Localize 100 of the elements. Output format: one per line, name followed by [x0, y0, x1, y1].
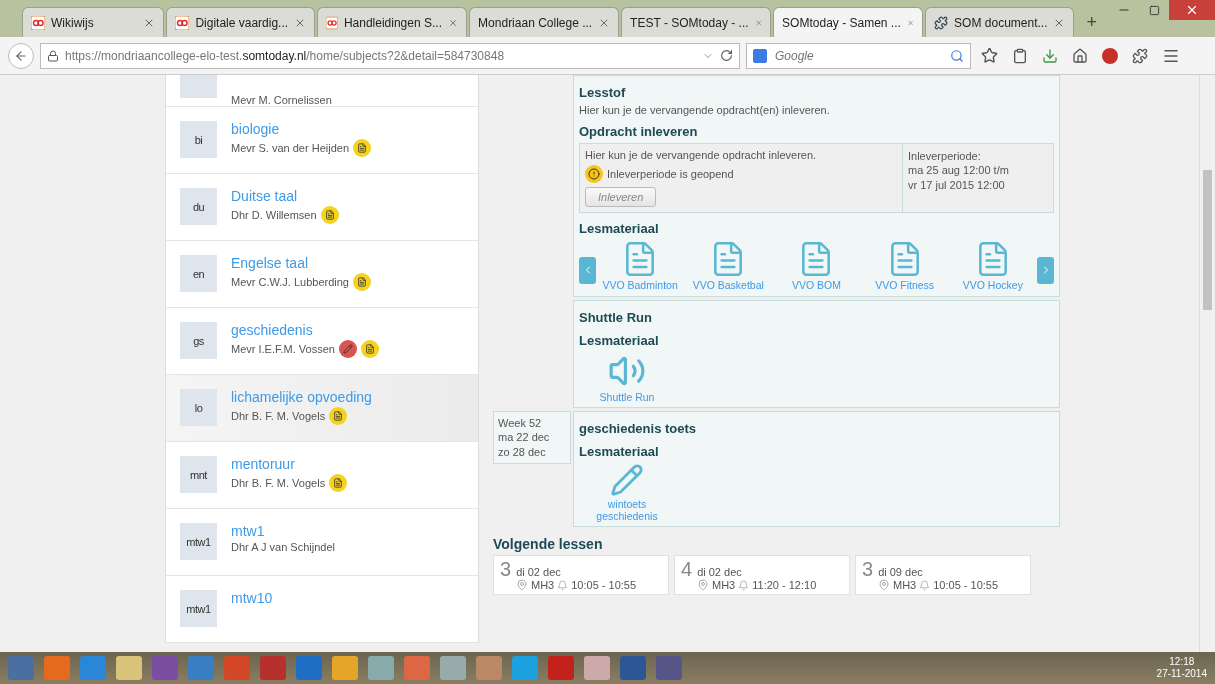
browser-tab[interactable]: Mondriaan College ...	[469, 7, 620, 37]
taskbar-app-icon[interactable]	[44, 656, 70, 680]
section-heading: Lesmateriaal	[579, 221, 660, 236]
assignment-badge-icon	[353, 139, 371, 157]
room-text: MH3	[893, 579, 917, 592]
search-engine-icon[interactable]	[753, 48, 767, 63]
teacher-name: Mevr M. Cornelissen	[231, 94, 332, 106]
puzzle-icon	[934, 15, 949, 30]
lesson-description: Hier kun je de vervangende opdracht(en) inleveren.	[579, 104, 831, 116]
lesson-date: di 09 dec	[878, 566, 923, 579]
section-heading: Volgende lessen	[493, 536, 604, 553]
lesson-title: geschiedenis toets	[579, 421, 698, 437]
taskbar-app-icon[interactable]	[80, 656, 106, 680]
status-text: Inleverperiode is geopend	[607, 168, 734, 180]
assignment-badge-icon	[320, 206, 339, 224]
search-bar[interactable]: Google	[746, 42, 971, 69]
taskbar-app-icon[interactable]	[8, 656, 34, 680]
browser-tab[interactable]: TEST - SOMtoday - ...	[621, 7, 772, 37]
taskbar-app-icon[interactable]	[440, 656, 466, 680]
lesson-tile[interactable]: 3 di 02 dec MH3 10:05 - 10:55	[493, 555, 669, 596]
back-button[interactable]	[8, 42, 34, 69]
warning-icon	[585, 165, 603, 183]
subject-code-tile: mtw1	[180, 590, 217, 627]
close-window-button[interactable]	[1169, 0, 1215, 20]
taskbar-app-icon[interactable]	[656, 656, 682, 680]
browser-tab[interactable]: Handleidingen S...	[317, 7, 468, 37]
teacher-name: Mevr C.W.J. Lubberding	[231, 276, 349, 288]
taskbar-app-icon[interactable]	[296, 656, 322, 680]
teacher-name: Mevr S. van der Heijden	[231, 142, 349, 154]
teacher-name: Dhr B. F. M. Vogels	[231, 477, 326, 489]
lesson-hour: 3	[862, 559, 874, 580]
taskbar-app-icon[interactable]	[152, 656, 178, 680]
lesson-date: di 02 dec	[516, 566, 561, 579]
section-heading: Lesmateriaal	[579, 332, 660, 348]
taskbar-app-icon[interactable]	[620, 656, 646, 680]
subject-code-tile: du	[180, 188, 217, 225]
lesson-date: di 02 dec	[697, 566, 742, 579]
taskbar-app-icon[interactable]	[224, 656, 250, 680]
assignment-badge-icon	[329, 474, 348, 492]
time-text: 10:05 - 10:55	[933, 579, 999, 592]
subject-code-tile: en	[180, 255, 217, 292]
pencil-document-icon	[610, 463, 644, 498]
taskbar-clock[interactable]: 12:18 27-11-2014	[1156, 656, 1207, 680]
reload-icon[interactable]	[720, 49, 733, 62]
previous-button[interactable]	[579, 256, 596, 284]
location-pin-icon	[516, 579, 528, 592]
room-text: MH3	[712, 579, 736, 592]
section-heading: Opdracht inleveren	[579, 124, 699, 139]
lesson-tile[interactable]: 4 di 02 dec MH3 11:20 - 12:10	[674, 555, 850, 596]
assignment-badge-icon	[353, 273, 371, 291]
taskbar-app-icon[interactable]	[260, 656, 286, 680]
section-heading: Lesmateriaal	[579, 444, 660, 460]
lesson-tile[interactable]: 3 di 09 dec MH3 10:05 - 10:55	[855, 555, 1031, 596]
subject-code-tile: lo	[180, 389, 217, 426]
subject-row[interactable]: lo lichamelijke opvoeding Dhr B. F. M. Vogels	[166, 375, 478, 442]
new-tab-button[interactable]: +	[1076, 7, 1107, 37]
maximize-icon	[1148, 4, 1160, 16]
lesson-title: Shuttle Run	[579, 309, 653, 325]
address-bar[interactable]: https://mondriaancollege-elo-test.somtoday.nl/home/subjects?2&detail=584730848	[40, 42, 740, 69]
room-text: MH3	[531, 579, 555, 592]
subject-code-tile	[180, 75, 217, 98]
next-button[interactable]	[1037, 256, 1054, 284]
bell-icon	[738, 579, 750, 591]
taskbar-app-icon[interactable]	[548, 656, 574, 680]
browser-tab[interactable]: SOM document...	[925, 7, 1075, 37]
close-icon	[1185, 3, 1199, 17]
subject-code-tile: mtw1	[180, 523, 217, 560]
teacher-name: Dhr B. F. M. Vogels	[231, 410, 326, 422]
bell-icon	[557, 579, 569, 591]
browser-tab[interactable]: SOMtoday - Samen ...	[773, 7, 924, 37]
subject-row[interactable]: Mevr M. Cornelissen	[166, 75, 478, 107]
scrollbar[interactable]	[1199, 75, 1215, 652]
taskbar-app-icon[interactable]	[188, 656, 214, 680]
browser-tab[interactable]: Wikiwijs	[22, 7, 165, 37]
taskbar-app-icon[interactable]	[476, 656, 502, 680]
taskbar-app-icon[interactable]	[584, 656, 610, 680]
assignment-text: Hier kun je de vervangende opdracht inleveren.	[585, 149, 818, 161]
lesson-title: Lesstof	[579, 85, 627, 100]
taskbar-app-icon[interactable]	[332, 656, 358, 680]
week-label: Week 52 ma 22 dec zo 28 dec	[493, 411, 571, 464]
teacher-name: Dhr A J van Schijndel	[231, 541, 335, 553]
subject-code-tile: mnt	[180, 456, 217, 493]
teacher-name: Mevr I.E.F.M. Vossen	[231, 343, 335, 355]
time-text: 11:20 - 12:10	[752, 579, 817, 592]
bell-icon	[919, 579, 931, 591]
lesson-hour: 4	[681, 559, 693, 580]
assignment-badge-icon	[360, 340, 379, 358]
taskbar-app-icon[interactable]	[368, 656, 394, 680]
taskbar-app-icon[interactable]	[512, 656, 538, 680]
pencil-badge-icon	[338, 340, 357, 358]
lesson-hour: 3	[500, 559, 512, 580]
location-pin-icon	[697, 579, 709, 592]
search-icon[interactable]	[950, 48, 964, 63]
browser-tab[interactable]: Digitale vaardig...	[166, 7, 316, 37]
taskbar-app-icon[interactable]	[404, 656, 430, 680]
taskbar-app-icon[interactable]	[116, 656, 142, 680]
assignment-badge-icon	[329, 407, 348, 425]
time-text: 10:05 - 10:55	[571, 579, 637, 592]
lock-icon	[47, 49, 59, 62]
location-pin-icon	[878, 579, 890, 592]
